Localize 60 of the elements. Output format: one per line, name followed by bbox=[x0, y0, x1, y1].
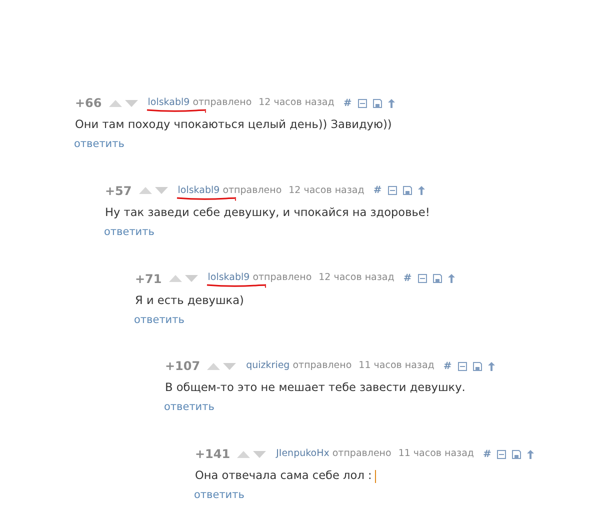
reply-link[interactable]: ответить bbox=[134, 312, 184, 328]
sent-label: отправлено bbox=[332, 446, 392, 461]
permalink-link[interactable]: # bbox=[443, 358, 452, 374]
collapse-icon[interactable] bbox=[388, 186, 397, 196]
permalink-link[interactable]: # bbox=[373, 183, 382, 198]
comment-score: +57 bbox=[105, 182, 132, 200]
reply-link[interactable]: ответить bbox=[104, 224, 154, 240]
comment-score: +141 bbox=[195, 446, 230, 463]
sent-label: отправлено bbox=[292, 359, 352, 374]
downvote-icon[interactable] bbox=[223, 362, 236, 371]
arrow-up-icon[interactable] bbox=[388, 98, 395, 108]
arrow-up-icon[interactable] bbox=[448, 274, 455, 283]
arrow-up-icon[interactable] bbox=[488, 362, 495, 371]
comment-text: Она отвечала сама себе лол : bbox=[195, 468, 372, 484]
save-icon[interactable] bbox=[372, 98, 382, 108]
save-icon[interactable] bbox=[432, 274, 442, 283]
downvote-icon[interactable] bbox=[124, 98, 138, 108]
sent-label: отправлено bbox=[222, 184, 282, 198]
comment-time: 12 часов назад bbox=[288, 184, 364, 198]
downvote-icon[interactable] bbox=[184, 274, 198, 283]
comment-text: В общем-то это не мешает тебе завести девушку. bbox=[165, 380, 466, 396]
collapse-icon[interactable] bbox=[458, 362, 467, 371]
comment-time: 12 часов назад bbox=[258, 96, 334, 110]
reply-link[interactable]: ответить bbox=[164, 400, 214, 416]
save-icon[interactable] bbox=[472, 362, 482, 371]
comment-time: 11 часов назад bbox=[398, 446, 474, 461]
permalink-link[interactable]: # bbox=[403, 271, 412, 286]
arrow-up-icon[interactable] bbox=[527, 450, 534, 458]
comment-score: +71 bbox=[135, 270, 162, 288]
author-link[interactable]: quizkrieg bbox=[246, 359, 290, 374]
comment-time: 11 часов назад bbox=[358, 359, 434, 374]
comment-score: +107 bbox=[165, 358, 200, 376]
sent-label: отправлено bbox=[252, 271, 312, 286]
comment-text: Они там походу чпокаються целый день)) Завидую)) bbox=[75, 117, 392, 133]
downvote-icon[interactable] bbox=[253, 450, 266, 458]
author-link[interactable]: lolskabl9 bbox=[148, 96, 190, 110]
author-link[interactable]: JIenpukoHx bbox=[276, 446, 330, 462]
save-icon[interactable] bbox=[512, 450, 522, 458]
permalink-link[interactable]: # bbox=[483, 446, 492, 462]
collapse-icon[interactable] bbox=[418, 274, 427, 283]
sent-label: отправлено bbox=[192, 96, 252, 110]
downvote-icon[interactable] bbox=[154, 186, 168, 196]
comment-text: Я и есть девушка) bbox=[135, 292, 244, 308]
arrow-up-icon[interactable] bbox=[418, 186, 425, 196]
collapse-icon[interactable] bbox=[358, 98, 367, 108]
author-link[interactable]: lolskabl9 bbox=[208, 271, 250, 286]
upvote-icon[interactable] bbox=[108, 98, 122, 108]
upvote-icon[interactable] bbox=[237, 450, 250, 458]
author-link[interactable]: lolskabl9 bbox=[178, 184, 220, 198]
upvote-icon[interactable] bbox=[138, 186, 152, 196]
permalink-link[interactable]: # bbox=[343, 96, 352, 110]
comment-score: +66 bbox=[75, 95, 102, 112]
comment-time: 12 часов назад bbox=[318, 271, 394, 286]
save-icon[interactable] bbox=[402, 186, 412, 196]
reply-link[interactable]: ответить bbox=[194, 488, 244, 504]
reply-link[interactable]: ответить bbox=[74, 137, 124, 153]
upvote-icon[interactable] bbox=[207, 362, 220, 371]
collapse-icon[interactable] bbox=[497, 450, 506, 458]
comment-text: Ну так заведи себе девушку, и чпокайся на здоровье! bbox=[105, 204, 430, 221]
upvote-icon[interactable] bbox=[168, 274, 182, 283]
